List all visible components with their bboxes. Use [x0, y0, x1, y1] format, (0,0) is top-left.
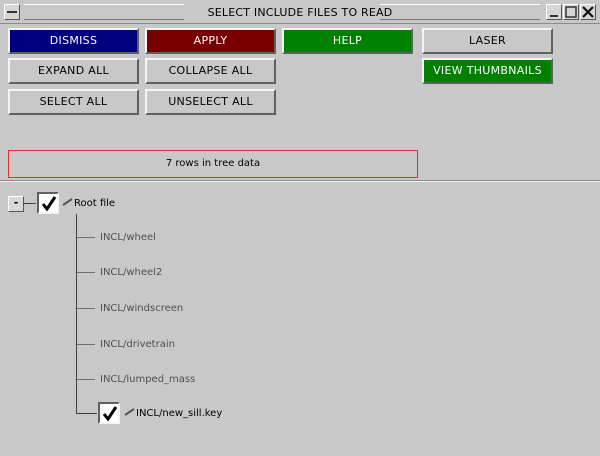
tree-branch — [77, 308, 95, 309]
tree-node-label[interactable]: INCL/windscreen — [100, 303, 183, 314]
tree-branch — [77, 272, 95, 273]
tree-branch — [77, 237, 95, 238]
maximize-icon — [565, 6, 577, 18]
tree-status-message: 7 rows in tree data — [8, 150, 418, 178]
tree-node-label[interactable]: INCL/new_sill.key — [136, 408, 222, 419]
tree-node-label[interactable]: INCL/lumped_mass — [100, 374, 195, 385]
tree-branch — [77, 413, 97, 414]
tree-branch — [77, 379, 95, 380]
close-icon — [582, 6, 594, 18]
title-bar: SELECT INCLUDE FILES TO READ — [0, 0, 600, 24]
collapse-all-button[interactable]: COLLAPSE ALL — [145, 58, 276, 84]
panel-divider — [0, 180, 600, 182]
file-link-icon — [62, 198, 73, 206]
file-link-icon — [124, 408, 135, 416]
root-file-checkbox[interactable] — [37, 192, 59, 214]
window-title: SELECT INCLUDE FILES TO READ — [207, 6, 393, 19]
minimize-icon — [550, 15, 558, 17]
checkmark-icon — [41, 196, 57, 212]
close-button[interactable] — [580, 4, 596, 20]
dismiss-button[interactable]: DISMISS — [8, 28, 139, 54]
unselect-all-button[interactable]: UNSELECT ALL — [145, 89, 276, 115]
new-sill-checkbox[interactable] — [98, 402, 120, 424]
tree-node-label[interactable]: INCL/drivetrain — [100, 339, 175, 350]
apply-button[interactable]: APPLY — [145, 28, 276, 54]
help-button[interactable]: HELP — [282, 28, 413, 54]
root-file-label[interactable]: Root file — [74, 198, 115, 209]
tree-connector — [24, 203, 36, 204]
tree-collapse-toggle[interactable]: - — [8, 196, 24, 212]
checkmark-icon — [102, 406, 118, 422]
view-thumbnails-button[interactable]: VIEW THUMBNAILS — [422, 58, 553, 84]
tree-node-label[interactable]: INCL/wheel2 — [100, 267, 162, 278]
minimize-button[interactable] — [546, 4, 562, 20]
tree-trunk-line — [76, 214, 77, 414]
tree-node-label[interactable]: INCL/wheel — [100, 232, 156, 243]
expand-all-button[interactable]: EXPAND ALL — [8, 58, 139, 84]
maximize-button[interactable] — [563, 4, 579, 20]
select-all-button[interactable]: SELECT ALL — [8, 89, 139, 115]
laser-button[interactable]: LASER — [422, 28, 553, 54]
tree-branch — [77, 344, 95, 345]
